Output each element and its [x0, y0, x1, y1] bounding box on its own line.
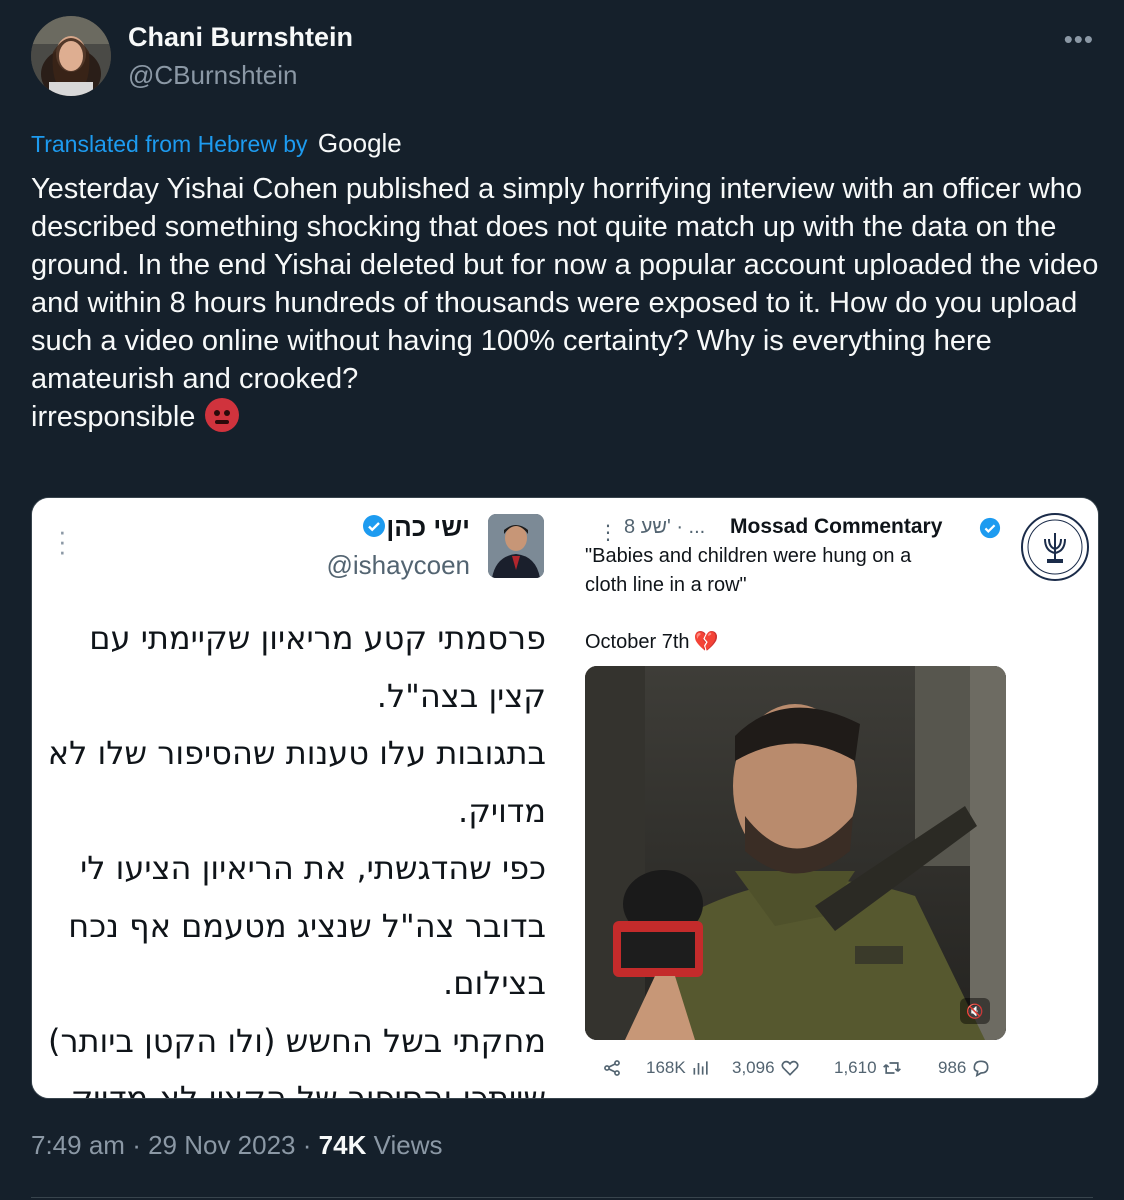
broken-heart-icon: 💔	[693, 631, 719, 653]
separator-dot: ·	[302, 1130, 319, 1160]
post-stats: 168K 3,096 1,610 986	[602, 1058, 1022, 1084]
views-count: 168K	[646, 1058, 686, 1077]
heart-icon	[780, 1060, 799, 1076]
tweet-time[interactable]: 7:49 am	[31, 1130, 125, 1160]
translation-note: Translated from Hebrew by Google	[31, 128, 402, 159]
screenshot-hebrew-tweet: · · · ישי כהן @ishaycoen פרסמתי קטע מריאיו…	[32, 498, 572, 1098]
reply-icon	[973, 1060, 989, 1078]
angry-face-icon	[205, 398, 240, 432]
likes-count: 3,096	[732, 1058, 775, 1077]
tweet-body: Yesterday Yishai Cohen published a simpl…	[31, 173, 1099, 433]
retweet-icon	[882, 1062, 901, 1074]
post-quote: "Babies and children were hung on a clot…	[585, 545, 912, 596]
attached-image[interactable]: · · · ישי כהן @ishaycoen פרסמתי קטע מריאיו…	[31, 497, 1099, 1099]
muted-speaker-icon: 🔇	[960, 998, 990, 1024]
post-account-name: Mossad Commentary	[730, 515, 943, 538]
tweet-detail: Chani Burnshtein @CBurnshtein ••• Transl…	[0, 0, 1124, 1200]
replies-count: 986	[938, 1058, 967, 1077]
author-avatar[interactable]	[31, 16, 111, 96]
embedded-author-avatar	[488, 514, 544, 578]
google-logo: Google	[317, 128, 402, 158]
separator-dot: ·	[132, 1130, 149, 1160]
tweet-text: Yesterday Yishai Cohen published a simpl…	[31, 170, 1101, 436]
likes-stat: 3,096	[732, 1058, 800, 1078]
share-icon	[602, 1058, 622, 1078]
tweet-meta: 7:49 am · 29 Nov 2023 · 74K Views	[31, 1130, 442, 1161]
verified-badge-icon	[363, 515, 385, 537]
divider	[31, 1197, 1093, 1198]
views-count[interactable]: 74K	[319, 1130, 367, 1160]
post-time: 8 שע' · ...	[624, 516, 706, 538]
video-thumbnail: 🔇	[585, 666, 1006, 1040]
views-stat: 168K	[646, 1058, 711, 1078]
retweets-count: 1,610	[834, 1058, 877, 1077]
translation-prefix[interactable]: Translated from Hebrew by	[31, 131, 308, 157]
replies-stat: 986	[938, 1058, 991, 1078]
post-date-label: October 7th 💔	[585, 631, 719, 653]
screenshot-mossad-post: ⋮ 8 שע' · ... Mossad Commentary "Babies …	[572, 498, 1098, 1098]
more-options-icon[interactable]: •••	[1064, 24, 1094, 55]
verified-badge-icon	[979, 517, 1001, 539]
retweets-stat: 1,610	[834, 1058, 902, 1078]
more-options-icon: · · ·	[58, 516, 67, 566]
embedded-tweet-text: פרסמתי קטע מריאיון שקיימתי עם קצין בצה"ל…	[47, 619, 546, 1099]
embedded-author-handle: @ishaycoen	[326, 550, 470, 580]
views-label[interactable]: Views	[374, 1130, 443, 1160]
embedded-author-name: ישי כהן	[386, 512, 470, 542]
author-photo	[31, 16, 111, 96]
author-name[interactable]: Chani Burnshtein	[128, 22, 353, 53]
tweet-date[interactable]: 29 Nov 2023	[148, 1130, 295, 1160]
author-handle[interactable]: @CBurnshtein	[128, 60, 297, 91]
bar-chart-icon	[693, 1061, 708, 1075]
mossad-emblem-icon	[1021, 513, 1089, 581]
